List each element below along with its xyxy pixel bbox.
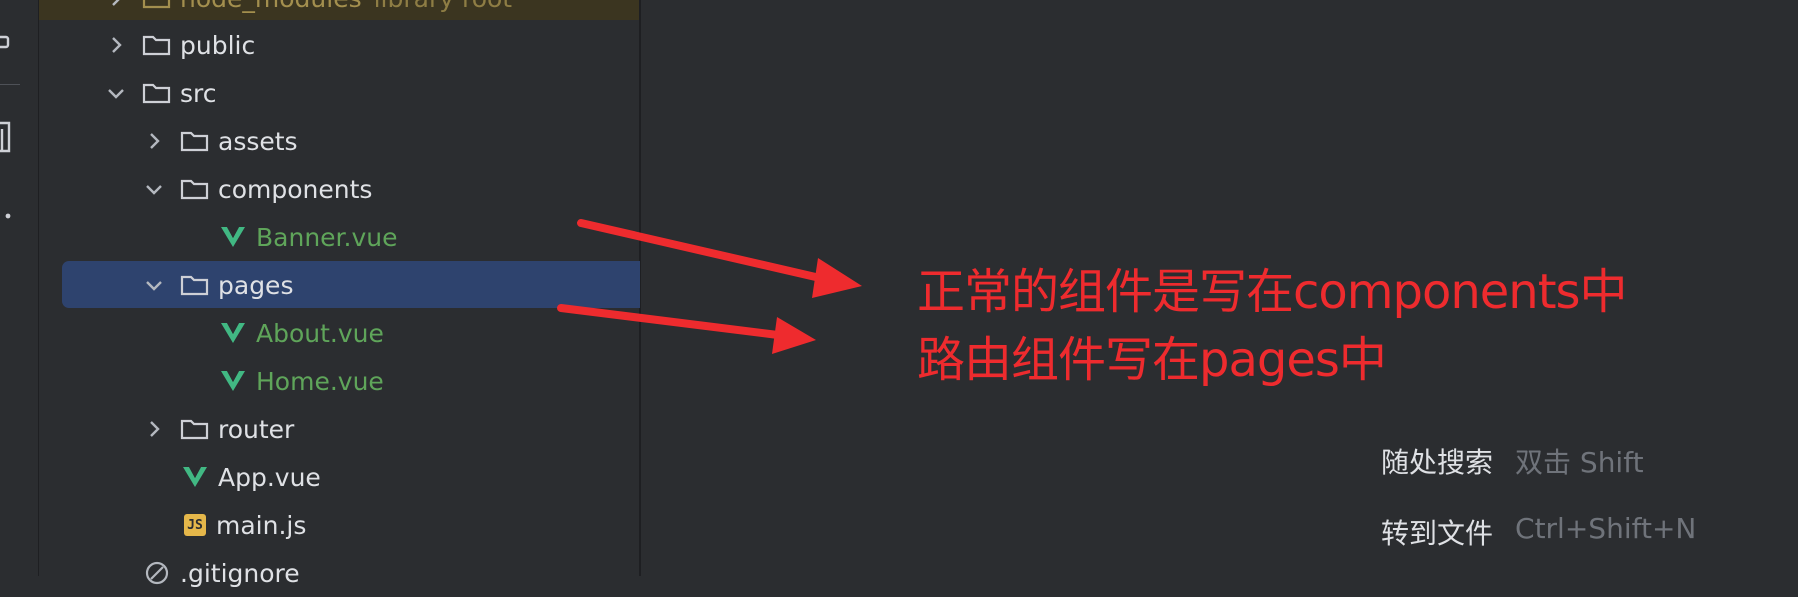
hint-shortcut: 双击 Shift: [1515, 446, 1644, 479]
hint-label: 随处搜索: [1381, 446, 1494, 479]
annotation-line2: 路由组件写在pages中: [917, 332, 1387, 388]
annotation-line1: 正常的组件是写在components中: [917, 264, 1628, 320]
arrow-to-line2: [557, 304, 816, 354]
hint-shortcut: Ctrl+Shift+N: [1515, 512, 1697, 545]
hint-go-to-file: 转到文件 Ctrl+Shift+N: [1381, 512, 1696, 552]
hint-search-everywhere: 随处搜索 双击 Shift: [1381, 441, 1644, 481]
arrow-to-line1: [577, 219, 862, 298]
hint-label: 转到文件: [1381, 517, 1494, 550]
